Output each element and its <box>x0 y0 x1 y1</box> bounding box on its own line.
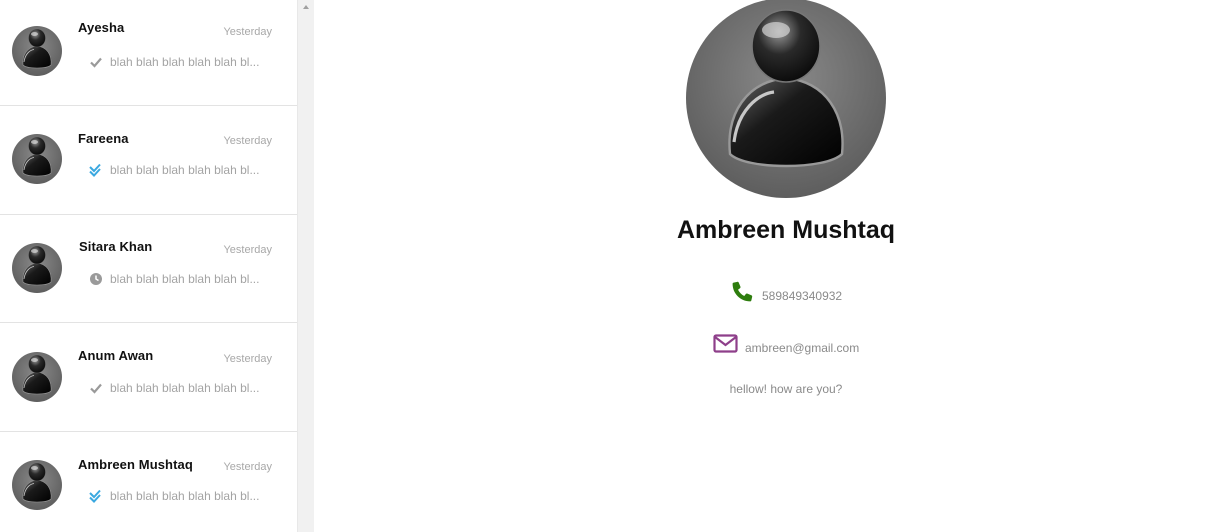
message-time: Yesterday <box>223 244 272 256</box>
profile-name: Ambreen Mushtaq <box>676 216 896 244</box>
message-preview: blah blah blah blah blah bl... <box>110 163 260 177</box>
avatar <box>12 460 62 510</box>
contact-name: Ayesha <box>78 20 125 35</box>
chat-list-sidebar: Ayesha Yesterday blah blah blah blah bla… <box>0 0 297 532</box>
contact-name: Fareena <box>78 131 129 146</box>
chat-list-item[interactable]: Ambreen Mushtaq Yesterday blah blah blah… <box>0 433 297 532</box>
chat-list-item[interactable]: Fareena Yesterday blah blah blah blah bl… <box>0 107 297 215</box>
sent-check-icon <box>90 383 102 394</box>
avatar <box>12 134 62 184</box>
profile-status-message: hellow! how are you? <box>729 382 843 396</box>
profile-avatar <box>686 0 886 198</box>
read-double-check-icon <box>89 489 101 503</box>
avatar <box>12 243 62 293</box>
profile-phone: 589849340932 <box>762 289 843 303</box>
profile-email[interactable]: ambreen@gmail.com <box>745 341 859 355</box>
chat-list-item[interactable]: Sitara Khan Yesterday blah blah blah bla… <box>0 215 297 323</box>
message-time: Yesterday <box>223 353 272 365</box>
contact-name: Anum Awan <box>78 348 154 363</box>
message-time: Yesterday <box>223 461 272 473</box>
sent-check-icon <box>90 57 102 68</box>
chat-list-item[interactable]: Anum Awan Yesterday blah blah blah blah … <box>0 324 297 432</box>
phone-icon[interactable] <box>730 279 755 304</box>
avatar <box>12 352 62 402</box>
mail-icon[interactable] <box>713 334 738 353</box>
message-preview: blah blah blah blah blah bl... <box>110 272 260 286</box>
scroll-up-arrow-icon[interactable] <box>298 0 314 14</box>
contact-name: Ambreen Mushtaq <box>78 457 193 472</box>
message-preview: blah blah blah blah blah bl... <box>110 489 260 503</box>
contact-name: Sitara Khan <box>79 239 153 254</box>
chat-list-item[interactable]: Ayesha Yesterday blah blah blah blah bla… <box>0 0 297 106</box>
message-preview: blah blah blah blah blah bl... <box>110 381 260 395</box>
avatar <box>12 26 62 76</box>
contact-profile-panel: Ambreen Mushtaq 589849340932 ambreen@gma… <box>314 0 1215 532</box>
message-preview: blah blah blah blah blah bl... <box>110 55 260 69</box>
message-time: Yesterday <box>223 26 272 38</box>
read-double-check-icon <box>89 163 101 177</box>
pending-clock-icon <box>90 273 102 285</box>
app-root: Ayesha Yesterday blah blah blah blah bla… <box>0 0 1215 532</box>
sidebar-scrollbar[interactable] <box>297 0 314 532</box>
message-time: Yesterday <box>223 135 272 147</box>
